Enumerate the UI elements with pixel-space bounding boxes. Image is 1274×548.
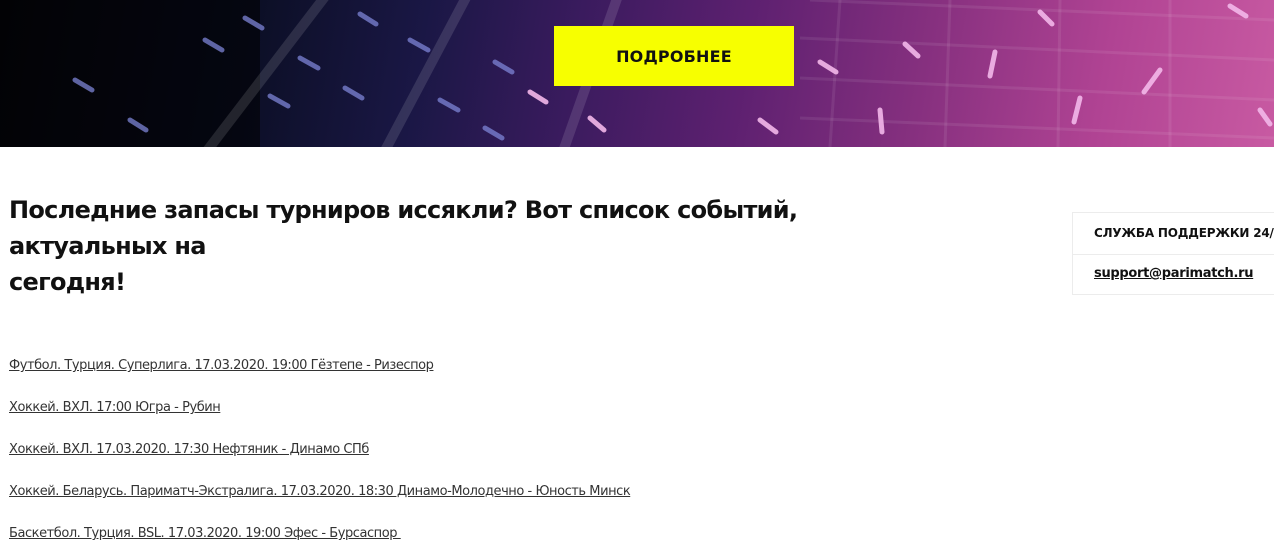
event-link[interactable]: Хоккей. Беларусь. Париматч-Экстралига. 1… — [9, 484, 631, 499]
list-item: Хоккей. ВХЛ. 17.03.2020. 17:30 Нефтяник … — [9, 440, 630, 482]
list-item: Хоккей. ВХЛ. 17:00 Югра - Рубин — [9, 398, 630, 440]
support-title: СЛУЖБА ПОДДЕРЖКИ 24/7 — [1094, 226, 1274, 240]
page-heading-line-2: сегодня! — [9, 268, 126, 296]
list-item: Баскетбол. Турция. BSL. 17.03.2020. 19:0… — [9, 524, 630, 548]
page-heading-line-1: Последние запасы турниров иссякли? Вот с… — [9, 196, 798, 260]
event-link[interactable]: Баскетбол. Турция. BSL. 17.03.2020. 19:0… — [9, 526, 401, 541]
details-button[interactable]: ПОДРОБНЕЕ — [554, 26, 794, 86]
page: ПОДРОБНЕЕ Последние запасы турниров исся… — [0, 0, 1274, 548]
event-link[interactable]: Хоккей. ВХЛ. 17:00 Югра - Рубин — [9, 400, 221, 415]
events-list: Футбол. Турция. Суперлига. 17.03.2020. 1… — [9, 356, 631, 548]
event-link[interactable]: Футбол. Турция. Суперлига. 17.03.2020. 1… — [9, 358, 434, 373]
support-divider — [1073, 254, 1274, 255]
support-email-link[interactable]: support@parimatch.ru — [1094, 266, 1254, 281]
event-link[interactable]: Хоккей. ВХЛ. 17.03.2020. 17:30 Нефтяник … — [9, 442, 369, 457]
list-item: Футбол. Турция. Суперлига. 17.03.2020. 1… — [9, 356, 630, 398]
list-item: Хоккей. Беларусь. Париматч-Экстралига. 1… — [9, 482, 631, 524]
hero-banner: ПОДРОБНЕЕ — [0, 0, 1274, 147]
support-card: СЛУЖБА ПОДДЕРЖКИ 24/7 support@parimatch.… — [1072, 212, 1274, 295]
page-heading: Последние запасы турниров иссякли? Вот с… — [9, 192, 929, 300]
